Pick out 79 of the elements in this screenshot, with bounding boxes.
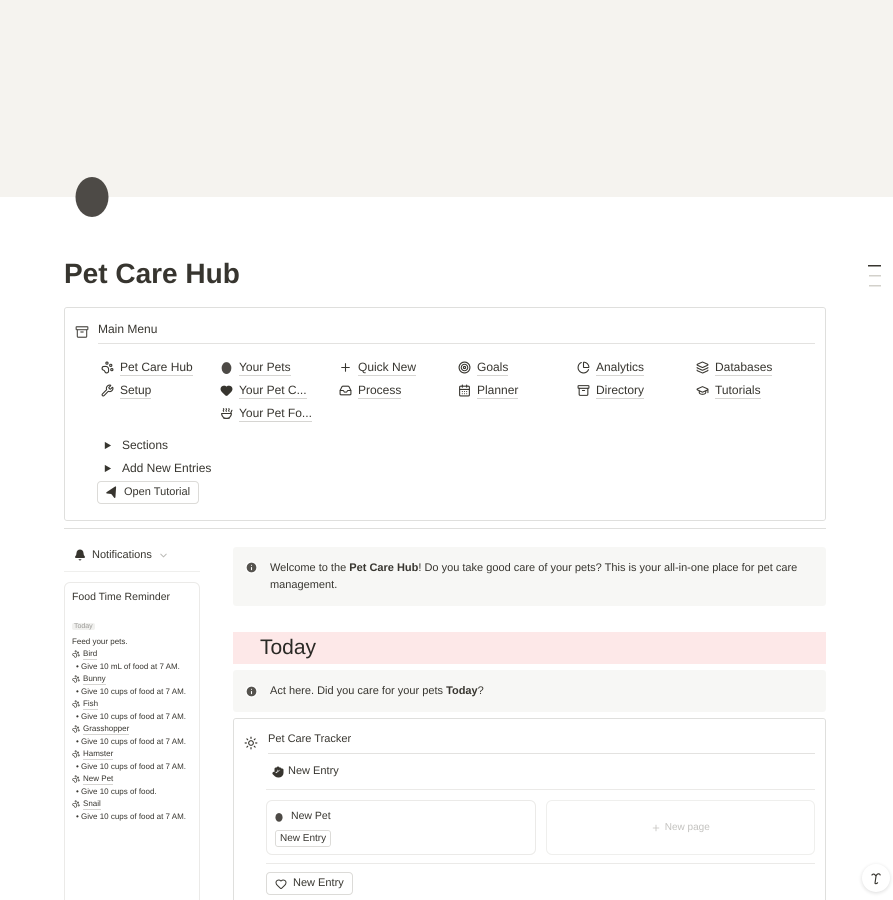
toggle-label[interactable]: Add New Entries <box>122 459 212 477</box>
pet-link[interactable]: Snail <box>83 798 101 810</box>
pet-link[interactable]: Grasshopper <box>83 723 130 736</box>
egg-page-icon <box>75 175 109 217</box>
paw-icon <box>72 725 80 734</box>
reminder-title: Food Time Reminder <box>72 590 172 604</box>
notifications-tab[interactable]: Notifications <box>92 547 152 564</box>
paw-icon <box>72 650 80 658</box>
tray-icon <box>339 384 352 396</box>
tracker-heading: Pet Care Tracker <box>268 731 815 754</box>
help-button[interactable] <box>862 864 890 892</box>
heart-icon <box>275 878 287 890</box>
toggle-label[interactable]: Sections <box>122 436 168 454</box>
feeding-note: • Give 10 cups of food at 7 AM. <box>75 811 187 824</box>
menu-link[interactable]: Pet Care Hub <box>120 358 193 376</box>
egg-icon <box>275 812 283 822</box>
graduation-cap-icon <box>696 384 709 396</box>
feeding-note: • Give 10 cups of food at 7 AM. <box>75 686 187 698</box>
plus-icon <box>650 822 661 832</box>
paw-icon <box>72 775 80 784</box>
feeding-note: • Give 10 cups of food at 7 AM. <box>75 711 187 724</box>
main-menu-heading: Main Menu <box>98 320 815 344</box>
new-entry-button[interactable]: New Entry <box>266 872 353 895</box>
feeding-note: • Give 10 mL of food at 7 AM. <box>75 661 181 674</box>
menu-link[interactable]: Setup <box>120 382 152 398</box>
outline-lines-icon[interactable] <box>868 265 882 289</box>
open-tutorial-button[interactable]: Open Tutorial <box>97 481 200 504</box>
paw-icon <box>72 675 80 684</box>
hand-icon <box>272 766 284 778</box>
calendar-icon <box>458 384 471 396</box>
menu-link[interactable]: Your Pet C... <box>239 382 307 398</box>
layers-icon <box>696 360 709 374</box>
paw-icon <box>72 750 80 758</box>
heart-icon <box>220 384 233 396</box>
new-entry-button[interactable]: New Entry <box>272 763 339 780</box>
entry-tag: New Entry <box>275 830 332 847</box>
info-icon <box>245 684 258 698</box>
menu-link[interactable]: Analytics <box>596 358 644 376</box>
feeding-note: • Give 10 cups of food at 7 AM. <box>75 736 187 748</box>
feeding-note: • Give 10 cups of food. <box>75 786 158 798</box>
menu-link[interactable]: Your Pet Fo... <box>239 404 312 422</box>
menu-link[interactable]: Goals <box>477 358 508 376</box>
curly-glyph-icon <box>869 871 883 885</box>
egg-icon <box>220 360 233 374</box>
menu-link[interactable]: Your Pets <box>239 358 291 376</box>
bowl-icon <box>220 406 233 420</box>
cabinet-icon <box>75 325 89 339</box>
pet-link[interactable]: Hamster <box>83 748 114 760</box>
pet-link[interactable]: New Pet <box>83 773 114 786</box>
paw-icon <box>72 800 80 808</box>
today-heading: Today <box>233 632 826 664</box>
feeding-note: • Give 10 cups of food at 7 AM. <box>75 761 187 774</box>
wrench-icon <box>101 384 114 396</box>
page-title: Pet Care Hub <box>64 257 240 291</box>
menu-link[interactable]: Process <box>358 382 402 398</box>
menu-link[interactable]: Planner <box>477 382 518 398</box>
bell-icon <box>74 549 86 562</box>
entry-card[interactable]: New Pet New Entry <box>266 800 536 855</box>
today-callout: Act here. Did you care for your pets Today? <box>233 670 826 712</box>
welcome-callout: Welcome to the Pet Care Hub! Do you take good care of your pets? This is your all-in-one place for pet care management. <box>233 547 826 606</box>
menu-link[interactable]: Quick New <box>358 358 416 376</box>
toggle-triangle-icon[interactable] <box>103 440 112 450</box>
info-icon <box>245 561 258 574</box>
menu-link[interactable]: Tutorials <box>715 382 761 398</box>
pet-link[interactable]: Bunny <box>83 673 106 686</box>
card-title: New Pet <box>291 809 331 824</box>
toggle-triangle-icon[interactable] <box>103 464 112 472</box>
pet-link[interactable]: Bird <box>83 648 98 660</box>
target-icon <box>458 360 471 374</box>
paw-icon <box>101 360 114 374</box>
pet-link[interactable]: Fish <box>83 698 98 710</box>
paw-icon <box>72 700 80 708</box>
sun-icon <box>244 736 258 750</box>
reminder-intro: Feed your pets. <box>72 636 129 648</box>
pie-chart-icon <box>577 360 590 374</box>
archive-icon <box>577 384 590 396</box>
menu-link[interactable]: Directory <box>596 382 644 398</box>
menu-link[interactable]: Databases <box>715 358 772 376</box>
plus-icon <box>339 360 352 374</box>
